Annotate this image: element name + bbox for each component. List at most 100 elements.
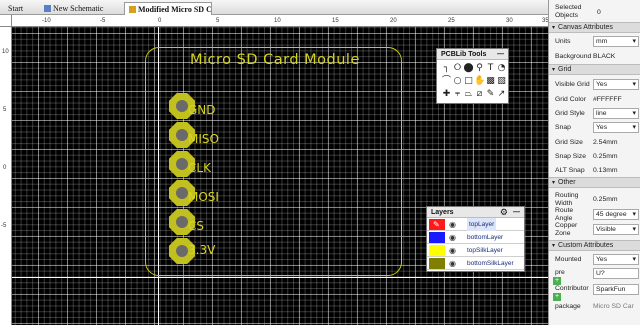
layer-color-swatch[interactable]: ✎ <box>429 219 445 230</box>
pre-row: pre + U? <box>549 268 640 285</box>
via-tool-icon[interactable]: ⬤ <box>463 62 474 75</box>
v-ruler-label: 5 <box>3 107 7 113</box>
tab-start[interactable]: Start <box>4 2 27 15</box>
curve-tool-icon[interactable]: ⌒ <box>441 75 452 88</box>
gear-icon[interactable]: ⚙ <box>500 207 508 218</box>
tab-new-schematic[interactable]: New Schematic <box>40 2 107 15</box>
layer-name[interactable]: topSilkLayer <box>467 244 503 257</box>
tools-panel-header[interactable]: PCBLib Tools — <box>437 49 508 60</box>
hole-tool-icon[interactable]: ⚲ <box>474 62 485 75</box>
pcblib-tools-panel[interactable]: PCBLib Tools — ┐ ⭘ ⬤ ⚲ T ◔ ⌒ ○ □ ✋ ▩ ▧ ✚… <box>436 48 509 104</box>
solid-region-tool-icon[interactable]: ⏢ <box>463 88 474 101</box>
pan-tool-icon[interactable]: ✋ <box>474 75 485 88</box>
layer-name[interactable]: bottomSilkLayer <box>467 257 514 270</box>
package-value[interactable]: Micro SD Car <box>593 302 639 311</box>
pin-label-3v3[interactable]: 3.3V <box>188 243 215 257</box>
anchor-tool-icon[interactable]: ✚ <box>441 88 452 101</box>
route-angle-select[interactable]: 45 degree <box>593 209 639 220</box>
pin-label-clk[interactable]: CLK <box>188 161 211 175</box>
layer-row-top-silk[interactable]: ◉ topSilkLayer <box>427 244 524 257</box>
collapse-caret-icon: ▾ <box>552 243 556 249</box>
pin-label-gnd[interactable]: GND <box>188 103 216 117</box>
arc-tool-icon[interactable]: ◔ <box>496 62 507 75</box>
module-title[interactable]: Micro SD Card Module <box>190 52 360 68</box>
layers-panel[interactable]: Layers ⚙ — ✎ ◉ topLayer ◉ bottomLayer ◉ … <box>426 206 525 272</box>
eye-icon[interactable]: ◉ <box>449 231 456 244</box>
alt-snap-value[interactable]: 0.13mm <box>593 166 639 175</box>
layer-row-top[interactable]: ✎ ◉ topLayer <box>427 218 524 231</box>
collapse-caret-icon: ▾ <box>552 180 556 186</box>
snap-size-label: Snap Size <box>555 153 586 160</box>
canvas-attributes-section[interactable]: ▾ Canvas Attributes <box>549 22 640 33</box>
h-ruler-label: 20 <box>390 18 397 24</box>
other-section-title: Other <box>558 179 576 186</box>
pen-tool-icon[interactable]: ✎ <box>485 88 496 101</box>
collapse-caret-icon: ▾ <box>552 25 556 31</box>
grid-section[interactable]: ▾ Grid <box>549 64 640 75</box>
h-ruler-label: 10 <box>274 18 281 24</box>
layer-color-swatch[interactable] <box>429 245 445 256</box>
h-ruler-label: 5 <box>216 18 220 24</box>
layer-name[interactable]: bottomLayer <box>467 231 503 244</box>
copper-area-tool-icon[interactable]: ▩ <box>485 75 496 88</box>
schematic-icon <box>44 5 51 12</box>
tab-micro-sd-module[interactable]: Modified Micro SD Ca...× <box>124 2 212 15</box>
v-ruler-label: -5 <box>1 223 7 229</box>
eye-icon[interactable]: ◉ <box>449 218 456 231</box>
eye-icon[interactable]: ◉ <box>449 257 456 270</box>
image-tool-icon[interactable]: ▧ <box>496 75 507 88</box>
package-label: package <box>555 303 581 310</box>
layer-row-bottom[interactable]: ◉ bottomLayer <box>427 231 524 244</box>
v-ruler-label: 0 <box>3 165 7 171</box>
pin-label-miso[interactable]: MISO <box>188 132 219 146</box>
mounted-select[interactable]: Yes <box>593 254 639 265</box>
rectangle-tool-icon[interactable]: □ <box>463 75 474 88</box>
grid-color-value[interactable]: #FFFFFF <box>593 95 639 104</box>
eye-icon[interactable]: ◉ <box>449 244 456 257</box>
pre-input[interactable]: U? <box>593 268 639 279</box>
minimize-icon[interactable]: — <box>497 49 504 60</box>
dimension-tool-icon[interactable]: ⫧ <box>452 88 463 101</box>
custom-attributes-section[interactable]: ▾ Custom Attributes <box>549 240 640 251</box>
add-attribute-icon[interactable]: + <box>553 293 561 301</box>
pad-tool-icon[interactable]: ⭘ <box>452 62 463 75</box>
layer-name[interactable]: topLayer <box>467 218 497 231</box>
units-label: Units <box>555 38 571 45</box>
layer-row-bottom-silk[interactable]: ◉ bottomSilkLayer <box>427 257 524 270</box>
minimize-icon[interactable]: — <box>513 207 520 218</box>
pin-label-cs[interactable]: CS <box>188 219 204 233</box>
units-select[interactable]: mm <box>593 36 639 47</box>
copper-zone-select[interactable]: Visible <box>593 224 639 235</box>
grid-style-select[interactable]: line <box>593 108 639 119</box>
polygon-tool-icon[interactable]: ⧄ <box>474 88 485 101</box>
h-ruler-label: 25 <box>448 18 455 24</box>
routing-width-value[interactable]: 0.25mm <box>593 195 639 204</box>
canvas-x-axis <box>12 277 548 278</box>
selected-objects-count: 0 <box>597 9 601 16</box>
circle-tool-icon[interactable]: ○ <box>452 75 463 88</box>
snap-size-value[interactable]: 0.25mm <box>593 152 639 161</box>
grid-section-title: Grid <box>558 66 572 73</box>
contributor-row: Contributor + SparkFun <box>549 284 640 301</box>
background-value[interactable]: BLACK <box>593 52 639 61</box>
text-tool-icon[interactable]: T <box>485 62 496 75</box>
wire-tool-icon[interactable]: ┐ <box>441 62 452 75</box>
tab-micro-sd-label: Modified Micro SD Ca... <box>138 5 212 14</box>
layer-color-swatch[interactable] <box>429 232 445 243</box>
grid-size-value[interactable]: 2.54mm <box>593 138 639 147</box>
visible-grid-select[interactable]: Yes <box>593 79 639 90</box>
pin-label-mosi[interactable]: MOSI <box>188 190 219 204</box>
ruler-corner <box>0 15 12 27</box>
layers-panel-title: Layers <box>431 209 454 216</box>
collapse-caret-icon: ▾ <box>552 67 556 73</box>
snap-label: Snap <box>555 124 571 131</box>
layer-color-swatch[interactable] <box>429 258 445 269</box>
snap-select[interactable]: Yes <box>593 122 639 133</box>
horizontal-ruler: -10 -5 0 5 10 15 20 25 30 35 <box>12 15 548 27</box>
grid-style-label: Grid Style <box>555 110 585 117</box>
contributor-input[interactable]: SparkFun <box>593 284 639 295</box>
pencil-icon: ✎ <box>433 220 440 229</box>
other-section[interactable]: ▾ Other <box>549 177 640 188</box>
measure-tool-icon[interactable]: ↗ <box>496 88 507 101</box>
layers-panel-header[interactable]: Layers ⚙ — <box>427 207 524 218</box>
